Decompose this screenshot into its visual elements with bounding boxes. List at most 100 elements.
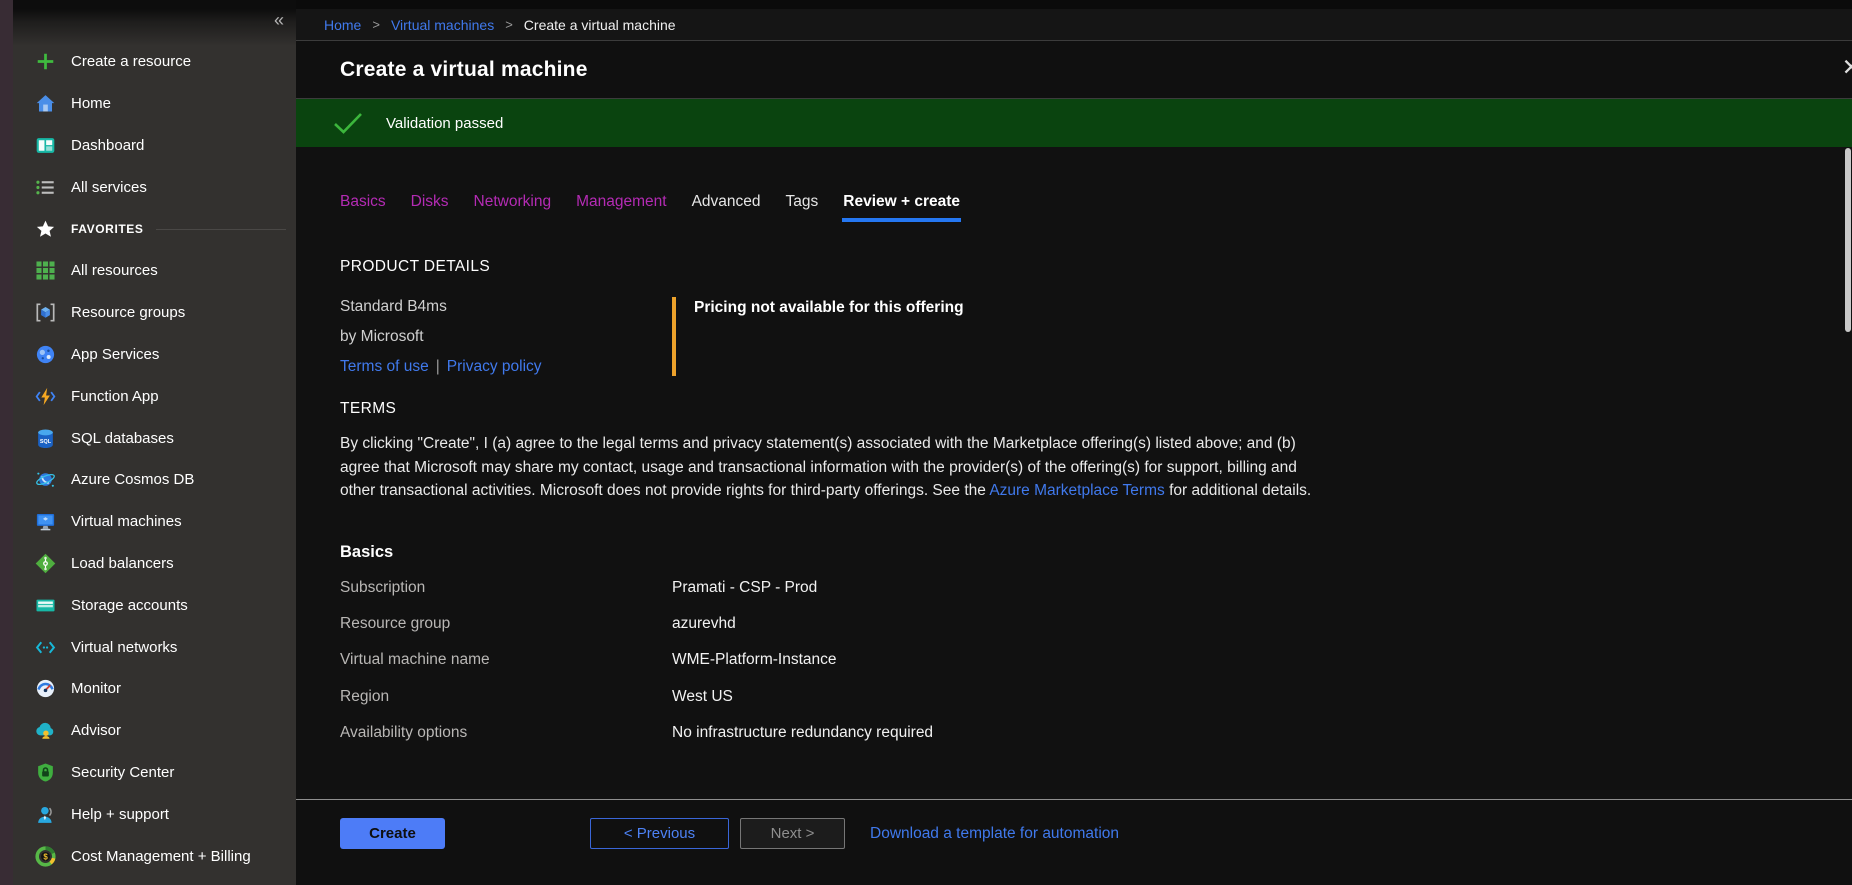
row-label: Resource group [340, 615, 672, 633]
sidebar-item-dashboard[interactable]: Dashboard [13, 125, 296, 167]
title-bar: Create a virtual machine ✕ [296, 41, 1852, 99]
sidebar-item-function-app[interactable]: Function App [13, 375, 296, 417]
row-label: Virtual machine name [340, 651, 672, 669]
all-services-icon [34, 176, 56, 198]
sidebar-item-label: App Services [71, 346, 159, 363]
scrollbar-thumb[interactable] [1845, 148, 1851, 332]
privacy-policy-link[interactable]: Privacy policy [447, 358, 542, 375]
sidebar-item-label: Create a resource [71, 53, 191, 70]
monitor-icon [34, 678, 56, 700]
terms-body-end: for additional details. [1165, 482, 1311, 499]
create-button[interactable]: Create [340, 818, 445, 849]
sidebar-item-security-center[interactable]: Security Center [13, 752, 296, 794]
table-row: Resource group azurevhd [340, 606, 1852, 642]
sidebar-item-label: Home [71, 95, 111, 112]
sidebar-item-label: Dashboard [71, 137, 144, 154]
wizard-tabs: Basics Disks Networking Management Advan… [340, 193, 1852, 222]
tab-networking[interactable]: Networking [474, 193, 552, 222]
sidebar-item-monitor[interactable]: Monitor [13, 668, 296, 710]
terms-text: By clicking "Create", I (a) agree to the… [340, 432, 1325, 503]
sidebar-item-azure-cosmos-db[interactable]: Azure Cosmos DB [13, 459, 296, 501]
tab-management[interactable]: Management [576, 193, 666, 222]
sidebar-item-app-services[interactable]: App Services [13, 334, 296, 376]
wizard-footer: Create < Previous Next > Download a temp… [296, 799, 1852, 885]
product-publisher: by Microsoft [340, 327, 672, 346]
basics-summary: Subscription Pramati - CSP - Prod Resour… [340, 570, 1852, 752]
sidebar-item-all-services[interactable]: All services [13, 166, 296, 208]
tab-disks[interactable]: Disks [411, 193, 449, 222]
resource-groups-icon [34, 302, 56, 324]
tab-basics[interactable]: Basics [340, 193, 386, 222]
page-title: Create a virtual machine [340, 58, 588, 82]
sidebar-item-label: All resources [71, 262, 158, 279]
svg-text:SQL: SQL [39, 439, 51, 445]
top-strip [296, 0, 1852, 9]
checkmark-icon [333, 112, 363, 134]
virtual-networks-icon [34, 636, 56, 658]
row-label: Subscription [340, 579, 672, 597]
tab-review-create[interactable]: Review + create [843, 193, 960, 222]
tab-advanced[interactable]: Advanced [692, 193, 761, 222]
table-row: Region West US [340, 679, 1852, 715]
help-support-icon [34, 803, 56, 825]
sidebar-item-virtual-machines[interactable]: Virtual machines [13, 501, 296, 543]
row-value: WME-Platform-Instance [672, 651, 837, 669]
sidebar-item-create-a-resource[interactable]: Create a resource [13, 41, 296, 83]
row-value: azurevhd [672, 615, 736, 633]
advisor-icon [34, 720, 56, 742]
previous-button[interactable]: < Previous [590, 818, 729, 849]
sidebar-favorites-label: FAVORITES [71, 222, 144, 236]
sidebar-item-resource-groups[interactable]: Resource groups [13, 292, 296, 334]
sidebar-item-load-balancers[interactable]: Load balancers [13, 543, 296, 585]
row-value: No infrastructure redundancy required [672, 724, 933, 742]
sidebar-item-label: Storage accounts [71, 597, 188, 614]
screen-edge-strip [0, 0, 13, 885]
row-label: Region [340, 688, 672, 706]
table-row: Availability options No infrastructure r… [340, 715, 1852, 751]
sidebar-item-help-support[interactable]: Help + support [13, 793, 296, 835]
sidebar-item-label: Virtual machines [71, 513, 182, 530]
storage-accounts-icon [34, 594, 56, 616]
breadcrumb-home[interactable]: Home [324, 17, 361, 33]
sidebar-item-all-resources[interactable]: All resources [13, 250, 296, 292]
sidebar-item-label: Resource groups [71, 304, 185, 321]
sidebar-item-label: Azure Cosmos DB [71, 471, 194, 488]
main-content: Home > Virtual machines > Create a virtu… [296, 0, 1852, 885]
favorites-divider [156, 229, 286, 230]
product-details-heading: PRODUCT DETAILS [340, 258, 1852, 276]
function-app-icon [34, 385, 56, 407]
app-services-icon [34, 343, 56, 365]
sidebar-item-virtual-networks[interactable]: Virtual networks [13, 626, 296, 668]
breadcrumb-current: Create a virtual machine [524, 17, 676, 33]
row-value: West US [672, 688, 733, 706]
sidebar-favorites-header: FAVORITES [13, 208, 296, 250]
next-button[interactable]: Next > [740, 818, 845, 849]
sidebar-item-label: Virtual networks [71, 639, 177, 656]
sidebar-item-label: Help + support [71, 806, 169, 823]
sidebar-item-cost-management-billing[interactable]: $ Cost Management + Billing [13, 835, 296, 877]
plus-icon [34, 51, 56, 73]
dashboard-icon [34, 134, 56, 156]
sidebar-item-label: Load balancers [71, 555, 174, 572]
sidebar-item-home[interactable]: Home [13, 83, 296, 125]
tab-tags[interactable]: Tags [786, 193, 819, 222]
load-balancers-icon [34, 552, 56, 574]
product-name: Standard B4ms [340, 297, 672, 316]
terms-of-use-link[interactable]: Terms of use [340, 358, 429, 375]
sidebar-item-label: Monitor [71, 680, 121, 697]
sidebar-item-sql-databases[interactable]: SQL SQL databases [13, 417, 296, 459]
breadcrumb-separator: > [372, 17, 380, 32]
sidebar-item-advisor[interactable]: Advisor [13, 710, 296, 752]
breadcrumb-virtual-machines[interactable]: Virtual machines [391, 17, 494, 33]
sidebar-collapse-icon[interactable]: « [274, 10, 284, 31]
link-separator: | [436, 358, 440, 375]
validation-banner-text: Validation passed [386, 115, 503, 132]
download-template-link[interactable]: Download a template for automation [870, 825, 1119, 843]
close-icon[interactable]: ✕ [1842, 56, 1852, 79]
azure-marketplace-terms-link[interactable]: Azure Marketplace Terms [989, 482, 1164, 499]
sidebar-item-label: Advisor [71, 722, 121, 739]
sidebar: « Create a resource Home Dashboard All s… [13, 0, 296, 885]
security-center-icon [34, 761, 56, 783]
sidebar-item-storage-accounts[interactable]: Storage accounts [13, 584, 296, 626]
sidebar-item-label: All services [71, 179, 147, 196]
